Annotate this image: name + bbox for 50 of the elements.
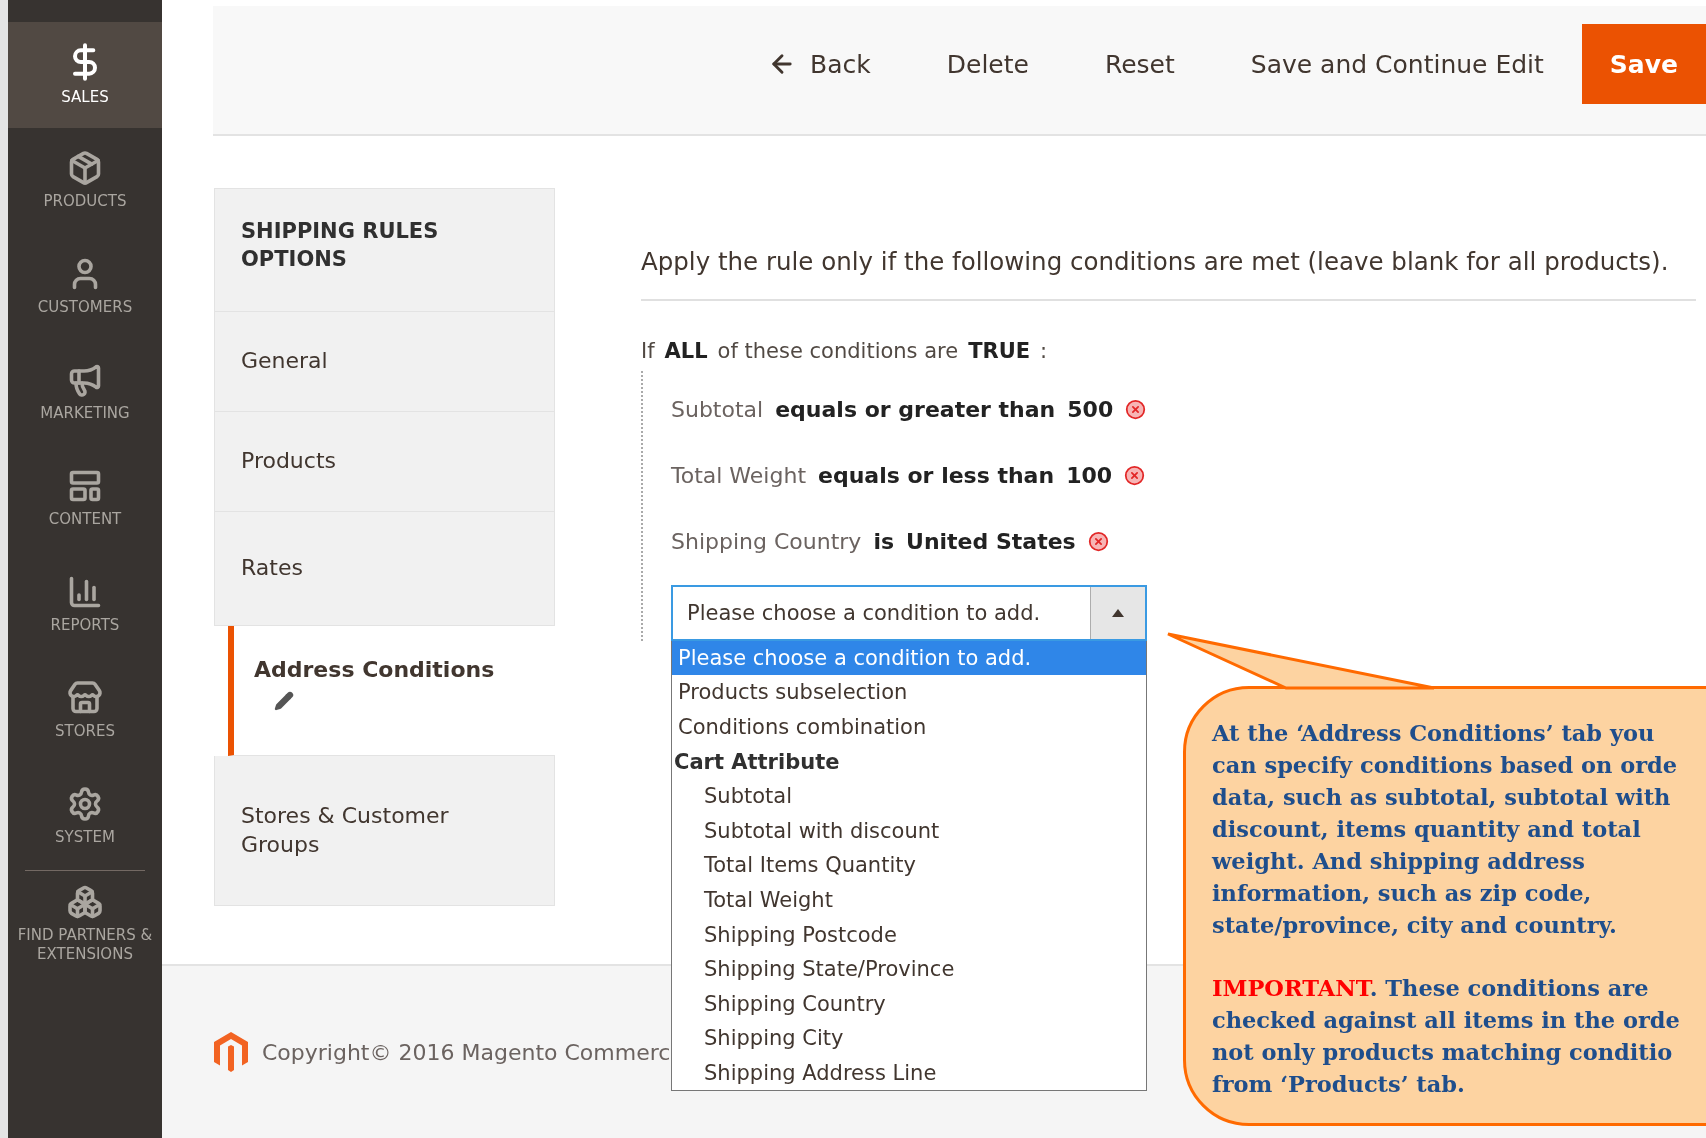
toolbar-button[interactable]: Delete — [908, 24, 1067, 104]
callout-text: IMPORTANT. These conditions are checked against all items in the orde not only products matching conditio from ‘Products’ tab. — [1212, 974, 1681, 1099]
condition-operator-link[interactable]: equals or greater than — [775, 397, 1056, 423]
remove-icon[interactable] — [1124, 465, 1146, 487]
condition-value-link[interactable]: United States — [906, 529, 1076, 555]
tab[interactable]: Products — [214, 412, 555, 512]
condition-value-link[interactable]: 500 — [1067, 397, 1114, 423]
megaphone-icon — [67, 362, 103, 399]
rule-text: of these conditions are — [717, 338, 959, 363]
sidebar-item[interactable]: CUSTOMERS — [8, 234, 162, 340]
caret-up-icon — [1112, 608, 1124, 617]
tab[interactable]: Address Conditions — [228, 626, 555, 756]
sidebar-item[interactable]: SALES — [8, 22, 162, 128]
condition-value-link[interactable]: 100 — [1066, 463, 1113, 489]
toolbar-button[interactable]: Reset — [1066, 24, 1213, 104]
condition-attribute: Total Weight — [671, 463, 807, 489]
section-heading: Apply the rule only if the following conditions are met (leave blank for all products). — [641, 244, 1696, 301]
sidebar-item[interactable]: REPORTS — [8, 552, 162, 658]
tabs-title: SHIPPING RULES OPTIONS — [214, 188, 555, 312]
option-group-label: Cart Attribute — [673, 748, 841, 776]
box-icon — [67, 150, 103, 187]
sidebar-item[interactable]: SYSTEM — [8, 764, 162, 870]
tab[interactable]: Stores & Customer Groups — [214, 756, 555, 906]
remove-icon[interactable] — [1087, 531, 1109, 553]
back-button[interactable]: Back — [730, 24, 909, 104]
rule-value-link[interactable]: TRUE — [968, 338, 1031, 363]
condition-select[interactable]: Please choose a condition to add. — [671, 584, 1147, 641]
sidebar-item[interactable]: PRODUCTS — [8, 128, 162, 234]
logo-icon — [214, 1032, 248, 1072]
copyright-text: Copyright© 2016 Magento Commerc — [262, 1039, 671, 1065]
condition-operator-link[interactable]: equals or less than — [818, 463, 1055, 489]
remove-icon[interactable] — [1125, 399, 1147, 421]
tab[interactable]: Rates — [214, 512, 555, 626]
sidebar-item[interactable]: STORES — [8, 658, 162, 764]
blocks-icon — [67, 883, 103, 920]
dropdown-option[interactable]: Please choose a condition to add. — [672, 640, 1146, 676]
condition-attribute: Subtotal — [671, 397, 764, 423]
sidebar-item[interactable]: MARKETING — [8, 340, 162, 446]
tab[interactable]: General — [214, 312, 555, 412]
callout-text: At the ‘Address Conditions’ tab you can specify conditions based on orde data, such as subtotal, subtotal with discount, items quantity and total weight. And shipping address information, such as zip code, state/province, city and country. — [1212, 719, 1679, 940]
settings-icon — [67, 786, 103, 823]
sidebar-item[interactable]: CONTENT — [8, 446, 162, 552]
rule-value-link[interactable]: ALL — [664, 338, 708, 363]
toolbar-button[interactable]: Save and Continue Edit — [1212, 24, 1582, 104]
rule-text: : — [1040, 338, 1048, 363]
condition-operator-link[interactable]: is — [873, 529, 894, 555]
rule-text: If — [641, 338, 655, 363]
condition-attribute: Shipping Country — [671, 529, 862, 555]
sidebar-item[interactable]: FIND PARTNERS & EXTENSIONS — [8, 871, 162, 977]
save-button[interactable]: Save — [1581, 24, 1706, 104]
